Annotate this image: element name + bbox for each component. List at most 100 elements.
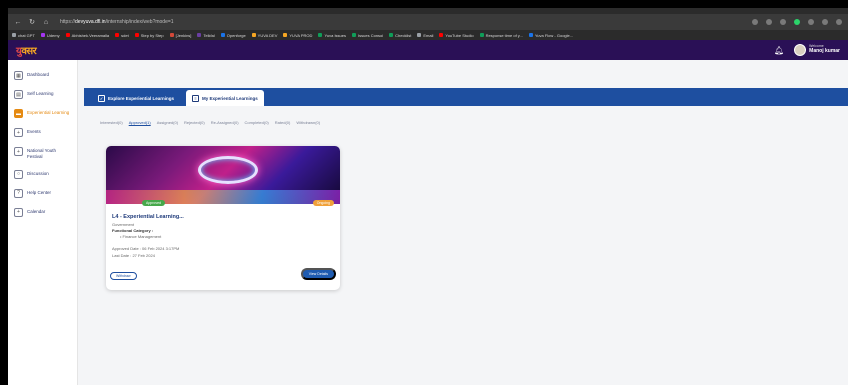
- bookmark-favicon-icon: [134, 33, 139, 37]
- address-bar[interactable]: https://devyuva.dfl.in/internship/index/…: [60, 19, 174, 25]
- sidebar-item-label: Dashboard: [27, 72, 50, 77]
- card-banner-image: [106, 146, 340, 204]
- sidebar-item-calendar[interactable]: + Calendar: [8, 203, 77, 222]
- experiential-learning-card[interactable]: Approved Ongoing L4 - Experiential Learn…: [106, 146, 340, 290]
- filter-tab[interactable]: Completed(0): [245, 120, 269, 125]
- briefcase-icon: ▬: [14, 109, 23, 118]
- main-content: ✓ Explore Experiential Learnings ≡ My Ex…: [78, 60, 848, 385]
- bookmark-item[interactable]: YUVA PROD: [283, 33, 312, 38]
- filter-tab[interactable]: Approved(1): [129, 120, 151, 125]
- bookmark-favicon-icon: [528, 33, 533, 37]
- extension-icon[interactable]: [766, 19, 772, 25]
- bookmark-favicon-icon: [479, 33, 484, 37]
- extension-icon[interactable]: [808, 19, 814, 25]
- browser-toolbar: ← ↻ ⌂ https://devyuva.dfl.in/internship/…: [8, 14, 848, 30]
- bookmark-item[interactable]: Email: [417, 33, 433, 38]
- extension-icon[interactable]: [752, 19, 758, 25]
- bookmark-item[interactable]: YouTube Studio: [439, 33, 474, 38]
- bookmark-item[interactable]: [Jenkins]: [169, 32, 192, 38]
- view-details-button[interactable]: View Details: [300, 268, 336, 280]
- bookmark-favicon-icon: [40, 33, 45, 37]
- user-name: Manoj kumar: [809, 48, 840, 55]
- bookmark-item[interactable]: Abhishek.Veeramalla: [65, 33, 109, 38]
- sidebar-item-label: Discussion: [27, 170, 49, 176]
- sidebar-item-label: Experiential Learning: [27, 110, 70, 115]
- avatar: [794, 44, 807, 56]
- bell-icon[interactable]: 🔔︎: [774, 46, 784, 55]
- settings-icon[interactable]: [836, 19, 842, 25]
- header-actions: 🔔︎ Welcome Manoj kumar: [774, 44, 840, 56]
- bookmark-item[interactable]: Telkfal: [197, 33, 215, 38]
- book-icon: ▤: [14, 90, 23, 99]
- sidebar-item-discussion[interactable]: ○ Discussion: [8, 165, 77, 184]
- help-icon: ?: [14, 188, 23, 198]
- tab-my-experiential-learnings[interactable]: ≡ My Experiential Learnings: [186, 90, 264, 106]
- bookmark-favicon-icon: [283, 33, 288, 37]
- dashboard-icon: ▦: [14, 71, 23, 80]
- bookmark-label: Email: [423, 32, 434, 38]
- bookmark-label: Openforge: [226, 32, 246, 38]
- bookmark-favicon-icon: [389, 33, 394, 37]
- user-menu[interactable]: Welcome Manoj kumar: [794, 44, 840, 56]
- back-icon[interactable]: ←: [14, 18, 22, 26]
- bookmark-label: Checklist: [395, 32, 412, 38]
- bookmark-favicon-icon: [220, 33, 225, 37]
- reload-icon[interactable]: ↻: [28, 18, 36, 26]
- filter-tab[interactable]: Withdrawn(0): [296, 120, 320, 125]
- app-header: युवसर 🔔︎ Welcome Manoj kumar: [8, 40, 848, 60]
- bookmark-item[interactable]: chat GPT: [12, 33, 35, 38]
- bookmark-item[interactable]: Openforge: [220, 32, 246, 38]
- bookmark-favicon-icon: [417, 33, 422, 37]
- bookmark-item[interactable]: Step by Step: [134, 32, 164, 38]
- bookmark-item[interactable]: YUVA DEV: [251, 33, 277, 38]
- sidebar-item-events[interactable]: + Events: [8, 123, 77, 142]
- sidebar-item-experiential-learning[interactable]: ▬ Experiential Learning: [8, 104, 77, 123]
- withdraw-button[interactable]: Withdraw: [110, 272, 137, 280]
- bookmark-item[interactable]: Yuva Issues: [318, 33, 346, 38]
- filter-tab[interactable]: Assigned(0): [157, 120, 178, 125]
- filter-tab[interactable]: Rejected(0): [184, 120, 205, 125]
- yuva-logo[interactable]: युवसर: [16, 43, 37, 57]
- bookmark-item[interactable]: Udemy: [40, 32, 60, 38]
- filter-tab[interactable]: Interested(0): [100, 120, 123, 125]
- card-title[interactable]: L4 - Experiential Learning...: [112, 214, 334, 220]
- list-icon: ≡: [192, 94, 200, 102]
- bookmark-label: [Jenkins]: [175, 32, 192, 38]
- tab-explore-experiential-learnings[interactable]: ✓ Explore Experiential Learnings: [92, 90, 180, 106]
- bookmark-favicon-icon: [169, 33, 174, 37]
- browser-actions: [752, 19, 842, 25]
- collections-icon[interactable]: [822, 19, 828, 25]
- sidebar-item-help-center[interactable]: ? Help Center: [8, 184, 77, 203]
- bookmark-item[interactable]: Response time of y...: [479, 32, 523, 38]
- bookmark-label: Step by Step: [140, 32, 164, 38]
- sidebar-item-dashboard[interactable]: ▦ Dashboard: [8, 66, 77, 85]
- bookmark-item[interactable]: Issues Consoi: [352, 33, 383, 38]
- bookmarks-bar: chat GPT Udemy Abhishek.Veeramalla sdet Step…: [8, 30, 848, 40]
- user-info: Welcome Manoj kumar: [809, 44, 840, 55]
- sidebar-item-self-learning[interactable]: ▤ Self Learning: [8, 85, 77, 104]
- sidebar-item-national-youth-festival[interactable]: + National Youth Festival: [8, 142, 77, 165]
- festival-icon: +: [14, 147, 23, 156]
- lock-icon: ⌂: [43, 18, 49, 26]
- bookmark-label: Issues Consoi: [358, 32, 384, 38]
- tab-label: My Experiential Learnings: [202, 95, 258, 101]
- filter-tab[interactable]: Rated(0): [275, 120, 291, 125]
- tab-bar: ✓ Explore Experiential Learnings ≡ My Ex…: [84, 88, 848, 106]
- bookmark-item[interactable]: Checklist: [389, 33, 411, 38]
- card-org: Government: [112, 222, 135, 227]
- approved-date: Approved Date : 06 Feb 2024 3:17PM: [112, 246, 180, 251]
- filter-tab[interactable]: Re-Assigned(0): [211, 120, 239, 125]
- bookmark-favicon-icon: [12, 33, 16, 37]
- bookmark-label: Udemy: [46, 32, 60, 38]
- bookmark-item[interactable]: sdet: [115, 33, 129, 38]
- bookmark-item[interactable]: Yuva Flow - Google...: [528, 32, 574, 38]
- tab-label: Explore Experiential Learnings: [108, 95, 175, 101]
- bookmark-label: chat GPT: [18, 32, 35, 38]
- bookmark-label: Response time of y...: [485, 32, 523, 38]
- bookmark-label: Yuva Issues: [324, 32, 347, 38]
- profile-status-icon[interactable]: [794, 19, 800, 25]
- favorite-icon[interactable]: [780, 19, 786, 25]
- bookmark-label: Yuva Flow - Google...: [534, 32, 574, 38]
- bookmark-label: YUVA PROD: [289, 32, 313, 38]
- last-date: Last Date : 27 Feb 2024: [112, 253, 155, 258]
